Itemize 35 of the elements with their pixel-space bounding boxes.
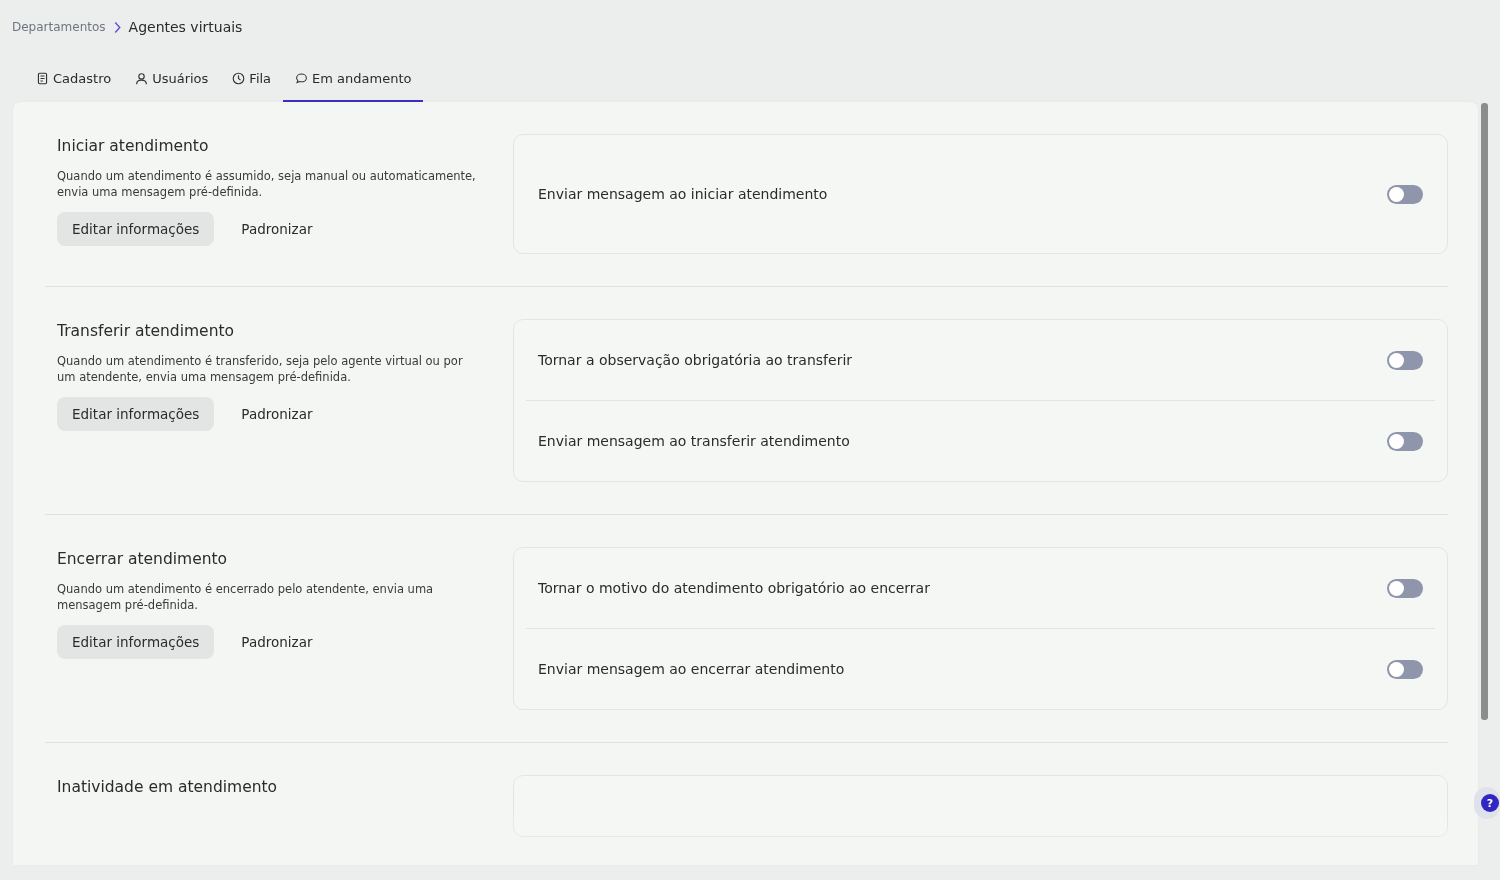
setting-label: Enviar mensagem ao encerrar atendimento (538, 661, 845, 677)
edit-button[interactable]: Editar informações (57, 625, 215, 659)
section-description: Quando um atendimento é transferido, seja pelo agente virtual ou por um atendente, envia uma mensagem pré-definida. (57, 353, 464, 385)
toggle-switch[interactable] (1387, 578, 1423, 598)
section-title: Inatividade em atendimento (57, 778, 279, 796)
section-title: Encerrar atendimento (57, 550, 229, 568)
edit-button[interactable]: Editar informações (57, 397, 215, 431)
standardize-button[interactable]: Padronizar (226, 625, 328, 659)
section-title: Transferir atendimento (57, 322, 236, 340)
setting-label: Enviar mensagem ao iniciar atendimento (538, 186, 828, 202)
document-icon (36, 72, 49, 85)
toggle-switch[interactable] (1387, 431, 1423, 451)
standardize-button[interactable]: Padronizar (226, 397, 328, 431)
toggle-switch[interactable] (1387, 350, 1423, 370)
edit-button[interactable]: Editar informações (57, 212, 215, 246)
help-button[interactable]: ? (1481, 794, 1499, 812)
section-title: Iniciar atendimento (57, 137, 210, 155)
breadcrumb-current: Agentes virtuais (128, 19, 243, 35)
setting-label: Tornar o motivo do atendimento obrigatório ao encerrar (538, 580, 930, 596)
breadcrumb-link[interactable]: Departamentos (12, 20, 106, 34)
tab[interactable]: Usuários (123, 63, 221, 102)
setting-label: Enviar mensagem ao transferir atendimento (538, 433, 850, 449)
toggle-switch[interactable] (1387, 659, 1423, 679)
speech-bubble-icon (295, 72, 309, 85)
user-icon (135, 72, 149, 85)
toggle-switch[interactable] (1387, 184, 1423, 204)
section-description: Quando um atendimento é encerrado pelo atendente, envia uma mensagem pré-definida. (57, 581, 435, 613)
chevron-icon (112, 20, 122, 34)
tab[interactable]: Fila (220, 63, 284, 102)
setting-label: Tornar a observação obrigatória ao transferir (538, 352, 853, 368)
standardize-button[interactable]: Padronizar (226, 212, 328, 246)
scrollbar-thumb[interactable] (1481, 103, 1488, 720)
section-description: Quando um atendimento é assumido, seja manual ou automaticamente, envia uma mensagem pré-definida. (57, 168, 477, 200)
clock-icon (232, 72, 246, 85)
tab[interactable]: Cadastro (24, 63, 124, 102)
